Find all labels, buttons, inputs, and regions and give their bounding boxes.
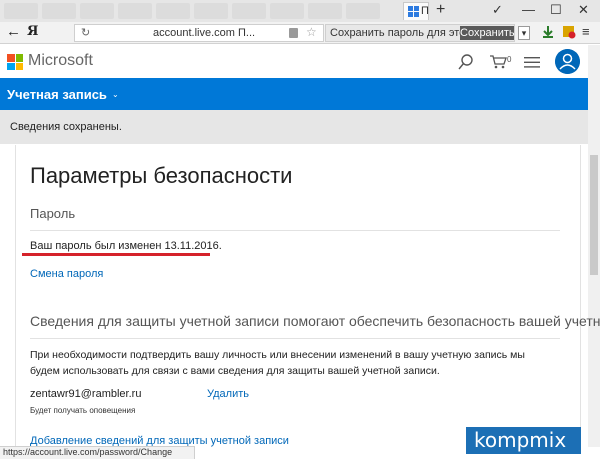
tab-placeholder[interactable] (80, 3, 114, 19)
save-password-button[interactable]: Сохранить (460, 26, 515, 40)
status-url: https://account.live.com/password/Change (3, 447, 173, 457)
tab-title: П (421, 5, 429, 17)
close-window-button[interactable]: ✕ (578, 2, 589, 18)
scrollbar-thumb[interactable] (590, 155, 598, 275)
notification-text: Сведения сохранены. (10, 121, 122, 133)
chevron-down-icon[interactable]: ⌄ (112, 90, 119, 99)
tab-placeholder[interactable] (156, 3, 190, 19)
active-tab[interactable]: П (403, 2, 429, 20)
cart-icon[interactable] (489, 54, 507, 69)
security-info-heading: Сведения для защиты учетной записи помог… (30, 313, 600, 329)
saved-notification: Сведения сохранены. (0, 110, 588, 144)
delete-email-link[interactable]: Удалить (207, 388, 249, 400)
extension-icon[interactable] (562, 25, 576, 39)
notifications-note: Будет получать оповещения (30, 406, 136, 415)
download-icon[interactable] (541, 25, 555, 39)
security-email: zentawr91@rambler.ru (30, 388, 142, 400)
content-card (15, 145, 581, 449)
save-password-text: Сохранить пароль для этог... (330, 27, 460, 39)
watermark: kompmix (466, 427, 581, 454)
maximize-button[interactable]: ☐ (550, 2, 562, 18)
back-button[interactable]: ← (6, 24, 21, 40)
yandex-logo-button[interactable]: Я (27, 24, 38, 40)
tab-placeholder[interactable] (232, 3, 266, 19)
highlight-underline (22, 253, 210, 256)
browser-address-row: ← Я ↻ account.live.com П... ☆ Сохранить … (0, 22, 600, 44)
page-scrollbar[interactable] (588, 45, 600, 447)
watermark-text: kompmix (474, 428, 567, 452)
browser-tab-strip: П + ✓ — ☐ ✕ (0, 0, 600, 22)
page-title: Параметры безопасности (30, 163, 293, 188)
tab-placeholder[interactable] (118, 3, 152, 19)
minimize-button[interactable]: — (522, 2, 535, 18)
divider (30, 230, 560, 231)
search-icon[interactable] (458, 54, 474, 70)
account-menu-title[interactable]: Учетная запись (7, 87, 107, 102)
tab-placeholder[interactable] (4, 3, 38, 19)
tab-placeholder[interactable] (270, 3, 304, 19)
password-changed-text: Ваш пароль был изменен 13.11.2016. (30, 240, 222, 252)
tab-placeholder[interactable] (42, 3, 76, 19)
windows-logo-icon (408, 6, 419, 17)
user-avatar-icon[interactable] (555, 49, 580, 74)
new-tab-button[interactable]: + (436, 1, 445, 19)
brand-name[interactable]: Microsoft (28, 52, 93, 70)
lock-icon[interactable] (289, 28, 298, 38)
cart-count: 0 (507, 55, 512, 64)
status-bar: https://account.live.com/password/Change (0, 446, 195, 459)
sync-icon[interactable]: ✓ (492, 2, 503, 18)
tab-placeholder[interactable] (194, 3, 228, 19)
save-password-dropdown[interactable]: ▾ (518, 26, 530, 40)
security-info-description: При необходимости подтвердить вашу лично… (30, 349, 525, 377)
divider (30, 338, 560, 339)
site-header: Microsoft 0 (0, 45, 588, 78)
microsoft-logo-icon[interactable] (7, 54, 23, 70)
save-password-prompt: Сохранить пароль для этог... Сохранить (325, 24, 515, 42)
bookmark-star-icon[interactable]: ☆ (306, 25, 317, 39)
reload-icon[interactable]: ↻ (81, 26, 90, 39)
account-nav-bar: Учетная запись ⌄ (0, 78, 588, 110)
browser-menu-icon[interactable]: ≡ (582, 24, 590, 39)
password-section-heading: Пароль (30, 206, 76, 221)
address-bar[interactable]: ↻ account.live.com П... ☆ (74, 24, 324, 42)
url-text: account.live.com П... (153, 27, 256, 39)
tab-placeholder[interactable] (308, 3, 342, 19)
tab-placeholder[interactable] (346, 3, 380, 19)
change-password-link[interactable]: Смена пароля (30, 268, 103, 280)
hamburger-menu-icon[interactable] (524, 57, 540, 68)
